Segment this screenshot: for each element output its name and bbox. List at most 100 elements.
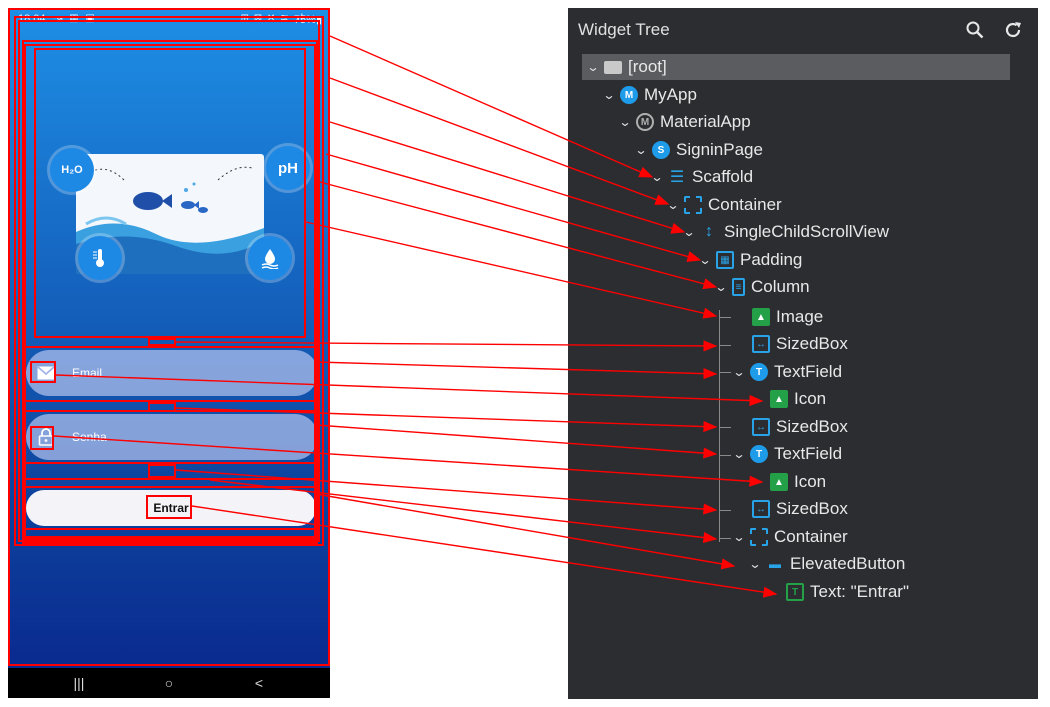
tree-node-container[interactable]: ⌄ Container — [666, 192, 782, 218]
tree-node-column[interactable]: ⌄ ≡ Column — [714, 274, 810, 300]
thermometer-icon — [78, 236, 122, 280]
tree-node-label: Icon — [794, 472, 827, 491]
sizedbox-icon: ↔ — [752, 500, 770, 518]
tree-node-label: MyApp — [644, 85, 697, 104]
myapp-m-icon: M — [620, 86, 638, 104]
tree-node-label: Column — [751, 277, 810, 296]
sizedbox-icon: ↔ — [752, 335, 770, 353]
water-level-icon — [248, 236, 292, 280]
tree-node-padding[interactable]: ⌄ ▦ Padding — [698, 247, 802, 273]
folder-icon — [604, 60, 622, 74]
tree-node-text[interactable]: T Text: "Entrar" — [786, 579, 909, 605]
signinpage-s-icon: S — [652, 141, 670, 159]
tree-node-label: Scaffold — [692, 167, 754, 186]
chevron-down-icon[interactable]: ⌄ — [746, 557, 764, 571]
tree-node-container[interactable]: ⌄ Container — [732, 524, 848, 550]
tree-node-myapp[interactable]: ⌄ M MyApp — [602, 82, 697, 108]
textfield-t-icon: T — [750, 363, 768, 381]
chevron-down-icon[interactable]: ⌄ — [632, 143, 650, 157]
panel-header: Widget Tree — [568, 8, 1038, 52]
tree-node-icon[interactable]: ▲ Icon — [770, 386, 826, 412]
phone-screenshot: 18:04 ↝ ▦ ▣ ⊞ ⊠ ✕ ≋ .ıl 75%▮ H₂O pH Emai… — [8, 8, 330, 698]
tree-node-label: SizedBox — [776, 499, 848, 518]
tree-node-label: ElevatedButton — [790, 554, 906, 573]
tree-guide-branch — [719, 510, 731, 511]
chevron-down-icon[interactable]: ⌄ — [712, 280, 730, 294]
password-field[interactable]: Senha — [26, 414, 318, 460]
password-placeholder: Senha — [72, 430, 107, 444]
login-button[interactable]: Entrar — [26, 490, 316, 526]
image-icon: ▲ — [770, 390, 788, 408]
status-bar: 18:04 ↝ ▦ ▣ ⊞ ⊠ ✕ ≋ .ıl 75%▮ — [8, 8, 330, 30]
login-button-label: Entrar — [153, 501, 189, 515]
material-icon: M — [636, 113, 654, 131]
tree-node-label: Image — [776, 307, 824, 326]
tree-node-scaffold[interactable]: ⌄ ☰ Scaffold — [650, 164, 753, 190]
tree-node-root[interactable]: ⌄ [root] — [584, 54, 667, 80]
app-screen: 18:04 ↝ ▦ ▣ ⊞ ⊠ ✕ ≋ .ıl 75%▮ H₂O pH Emai… — [8, 8, 330, 668]
chevron-down-icon[interactable]: ⌄ — [730, 530, 748, 544]
image-icon: ▲ — [752, 308, 770, 326]
tree-node-materialapp[interactable]: ⌄ M MaterialApp — [618, 109, 751, 135]
lock-icon — [34, 426, 58, 448]
tree-node-label: SingleChildScrollView — [724, 222, 890, 241]
tree-node-sizedbox[interactable]: ↔ SizedBox — [752, 496, 848, 522]
tree-guide-branch — [719, 345, 731, 346]
tree-node-label: SigninPage — [676, 140, 763, 159]
ph-icon: pH — [266, 146, 310, 190]
text-icon: T — [786, 583, 804, 601]
water-molecule-label: H₂O — [61, 164, 83, 176]
panel-title: Widget Tree — [578, 20, 670, 39]
chevron-down-icon[interactable]: ⌄ — [696, 253, 714, 267]
status-notification-icons: ↝ ▦ ▣ — [54, 13, 97, 24]
scaffold-icon: ☰ — [669, 169, 685, 186]
tree-node-sizedbox[interactable]: ↔ SizedBox — [752, 414, 848, 440]
tree-node-label: Container — [708, 195, 782, 214]
tree-node-label: MaterialApp — [660, 112, 751, 131]
water-molecule-icon: H₂O — [50, 148, 94, 192]
android-nav-bar: ||| ○ < — [8, 668, 330, 698]
email-field[interactable]: Email — [26, 350, 318, 396]
tree-node-label: Container — [774, 527, 848, 546]
tree-node-textfield[interactable]: ⌄ T TextField — [732, 359, 842, 385]
refresh-icon[interactable] — [1002, 19, 1024, 41]
tree-node-label: Padding — [740, 250, 803, 269]
tree-node-icon[interactable]: ▲ Icon — [770, 469, 826, 495]
tree-node-scrollview[interactable]: ⌄ ↕ SingleChildScrollView — [682, 219, 889, 245]
email-placeholder: Email — [72, 366, 103, 380]
chevron-down-icon[interactable]: ⌄ — [730, 447, 748, 461]
status-time: 18:04 — [18, 13, 46, 25]
column-icon: ≡ — [732, 278, 745, 296]
tree-node-label: TextField — [774, 444, 843, 463]
tree-node-label: [root] — [628, 57, 667, 76]
recents-button[interactable]: ||| — [64, 672, 94, 694]
home-button[interactable]: ○ — [154, 672, 184, 694]
tree-node-label: Icon — [794, 389, 827, 408]
battery-indicator: 75%▮ — [293, 14, 322, 26]
chevron-down-icon[interactable]: ⌄ — [648, 170, 666, 184]
search-icon[interactable] — [964, 19, 986, 41]
tree-node-signinpage[interactable]: ⌄ S SigninPage — [634, 137, 763, 163]
back-button[interactable]: < — [244, 672, 274, 694]
chevron-down-icon[interactable]: ⌄ — [664, 198, 682, 212]
chevron-down-icon[interactable]: ⌄ — [730, 365, 748, 379]
tree-node-textfield[interactable]: ⌄ T TextField — [732, 441, 842, 467]
hero-image: H₂O pH — [36, 50, 310, 340]
tree-node-sizedbox[interactable]: ↔ SizedBox — [752, 331, 848, 357]
tree-node-image[interactable]: ▲ Image — [752, 304, 823, 330]
tree-node-label: SizedBox — [776, 417, 848, 436]
tree-guide-branch — [719, 427, 731, 428]
chevron-down-icon[interactable]: ⌄ — [584, 60, 602, 74]
image-icon: ▲ — [770, 473, 788, 491]
scroll-arrows-icon: ↕ — [705, 223, 713, 240]
tree-node-elevatedbutton[interactable]: ⌄ ▬ ElevatedButton — [748, 551, 905, 577]
sizedbox-icon: ↔ — [752, 418, 770, 436]
widget-tree-panel: Widget Tree ⌄ [root] ⌄ M MyApp ⌄ M Mater… — [568, 8, 1038, 699]
chevron-down-icon[interactable]: ⌄ — [680, 225, 698, 239]
container-icon — [684, 196, 702, 214]
mail-icon — [34, 362, 58, 384]
tree-node-label: SizedBox — [776, 334, 848, 353]
chevron-down-icon[interactable]: ⌄ — [616, 115, 634, 129]
chevron-down-icon[interactable]: ⌄ — [600, 88, 618, 102]
tree-guide-branch — [719, 317, 731, 318]
